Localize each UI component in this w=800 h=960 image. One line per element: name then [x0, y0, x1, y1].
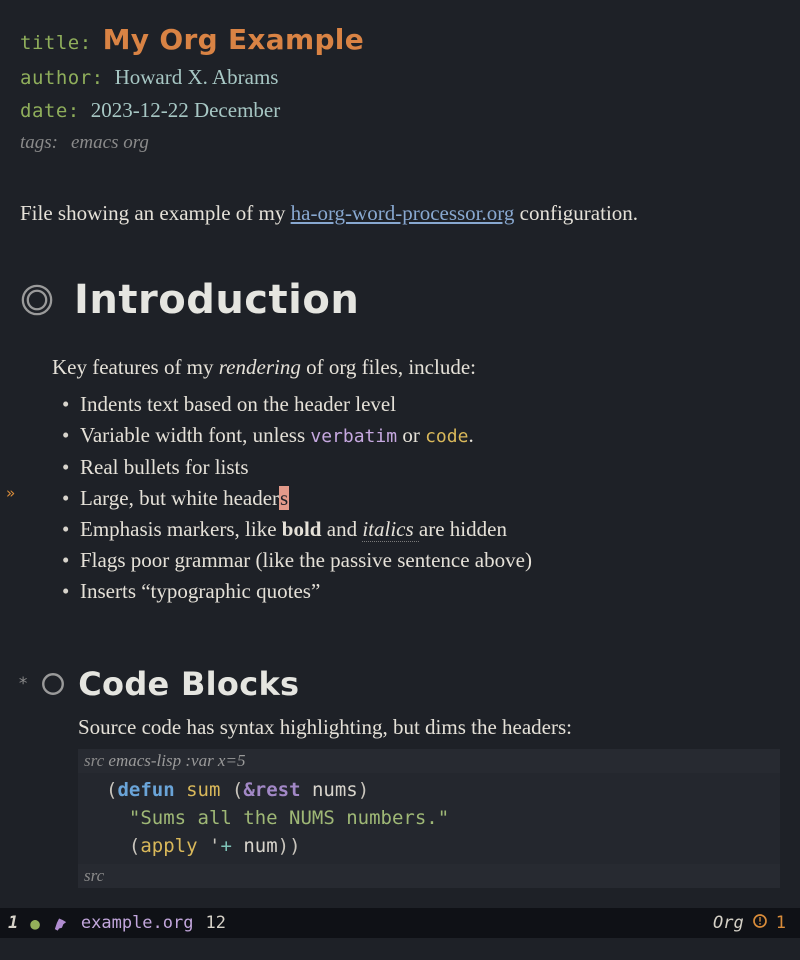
meta-author-line: author: Howard X. Abrams [20, 61, 780, 94]
meta-date-value: 2023-12-22 December [91, 98, 281, 122]
meta-author-value: Howard X. Abrams [115, 65, 279, 89]
fringe-indicator-icon: » [6, 484, 15, 502]
editor-buffer[interactable]: » title: My Org Example author: Howard X… [0, 0, 800, 908]
meta-tags-key: tags: [20, 132, 58, 153]
list-item: Inserts “typographic quotes” [62, 576, 780, 607]
source-block-header: src emacs-lisp :var x=5 [78, 749, 780, 773]
italic-word: italics [362, 517, 419, 542]
heading-star: * [18, 674, 28, 694]
unicorn-icon [52, 915, 69, 932]
features-intro: Key features of my rendering of org file… [52, 351, 780, 384]
heading-text: Introduction [74, 277, 359, 323]
buffer-filename[interactable]: example.org [81, 913, 194, 933]
list-item: Flags poor grammar (like the passive sen… [62, 545, 780, 576]
modeline-left: 1 ● example.org 12 [8, 913, 226, 933]
verbatim-text: verbatim [310, 426, 397, 447]
warning-count: 1 [776, 913, 786, 933]
major-mode[interactable]: Org [713, 913, 744, 933]
bold-word: bold [282, 517, 322, 541]
meta-date-line: date: 2023-12-22 December [20, 94, 780, 127]
meta-title-line: title: My Org Example [20, 18, 780, 61]
list-item: Variable width font, unless verbatim or … [62, 420, 780, 451]
list-item: Large, but white headers [62, 483, 780, 514]
code-blocks-intro: Source code has syntax highlighting, but… [78, 711, 780, 744]
modeline[interactable]: 1 ● example.org 12 Org 1 [0, 908, 800, 938]
section-introduction-body: Key features of my rendering of org file… [52, 351, 780, 607]
warning-icon[interactable] [752, 913, 768, 934]
echo-area [0, 938, 800, 960]
italic-word: rendering [219, 355, 301, 379]
meta-date-key: date: [20, 100, 80, 122]
list-item: Emphasis markers, like bold and italics … [62, 514, 780, 545]
list-item: Indents text based on the header level [62, 389, 780, 420]
config-link[interactable]: ha-org-word-processor.org [291, 201, 515, 225]
section-code-blocks-body: Source code has syntax highlighting, but… [78, 711, 780, 888]
intro-paragraph: File showing an example of my ha-org-wor… [20, 198, 780, 228]
heading-bullet-icon [20, 283, 54, 317]
modified-indicator-icon: ● [30, 914, 40, 933]
meta-title-value: My Org Example [103, 23, 364, 56]
modeline-right: Org 1 [713, 913, 786, 934]
heading-text: Code Blocks [78, 665, 299, 703]
list-item: Real bullets for lists [62, 452, 780, 483]
meta-tags-line: tags: emacs org [20, 127, 780, 158]
heading-bullet-icon [40, 671, 66, 697]
source-block-footer: src [78, 864, 780, 888]
heading-introduction: Introduction [20, 277, 780, 323]
meta-tags-value: emacs org [71, 132, 149, 153]
code-text: code [425, 426, 468, 447]
source-block-code[interactable]: (defun sum (&rest nums) "Sums all the NU… [78, 773, 780, 864]
meta-author-key: author: [20, 67, 104, 89]
intro-text-before: File showing an example of my [20, 201, 291, 225]
intro-text-after: configuration. [514, 201, 638, 225]
meta-title-key: title: [20, 32, 92, 54]
text-cursor: s [279, 486, 289, 510]
feature-list: Indents text based on the header level V… [62, 389, 780, 607]
source-block: src emacs-lisp :var x=5 (defun sum (&res… [78, 749, 780, 888]
line-number: 12 [205, 913, 225, 933]
heading-code-blocks: * Code Blocks [18, 665, 780, 703]
window-number: 1 [8, 913, 18, 933]
